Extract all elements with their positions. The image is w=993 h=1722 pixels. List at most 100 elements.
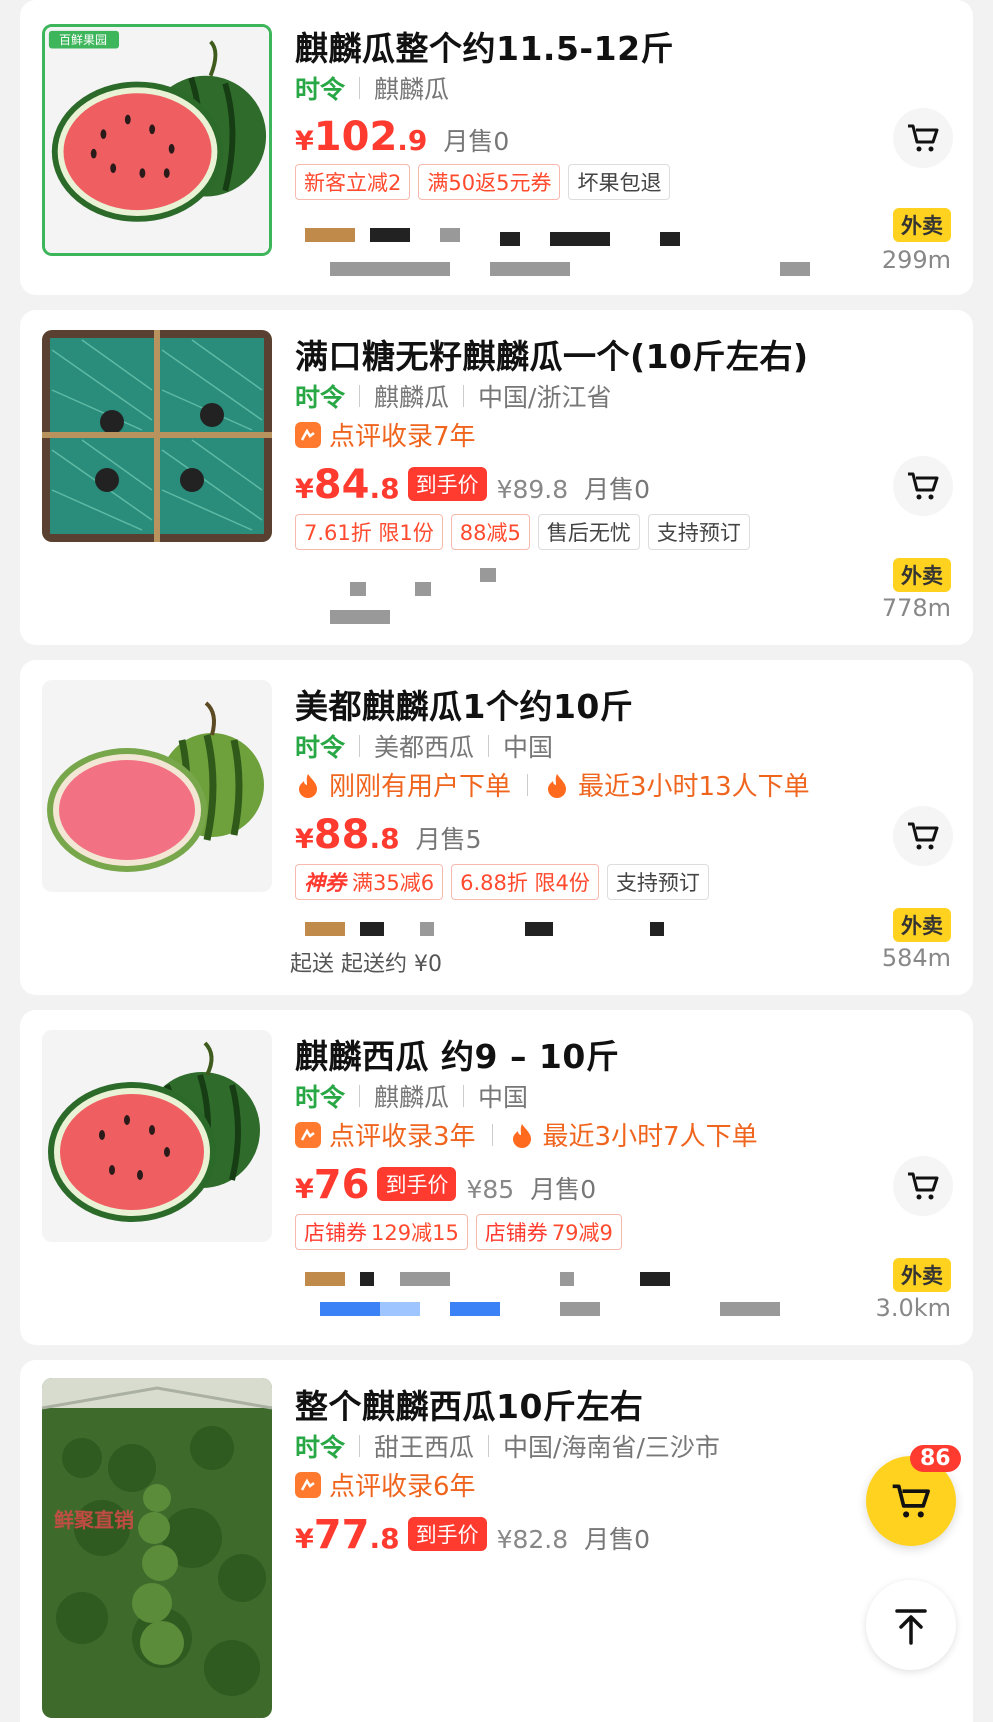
promo-tag: 新客立减2: [295, 164, 411, 200]
add-to-cart-button[interactable]: [893, 108, 953, 168]
delivery-tag: 外卖: [893, 558, 951, 592]
price-integer: 88: [313, 812, 370, 858]
redacted-block: [360, 922, 384, 936]
back-to-top-button[interactable]: [866, 1580, 956, 1670]
promo-tags: 店铺券 129减15 店铺券 79减9: [295, 1214, 622, 1250]
super-coupon-label: 神券: [304, 871, 346, 895]
watermelon-half-icon: [42, 1030, 272, 1242]
product-card[interactable]: 美都麒麟瓜1个约10斤 时令 美都西瓜 中国 刚刚有用户下单 最近3小时13人下…: [20, 660, 973, 995]
redacted-block: [400, 1272, 450, 1286]
product-title[interactable]: 麒麟西瓜 约9 – 10斤: [295, 1030, 619, 1078]
redacted-block: [370, 228, 410, 242]
add-to-cart-button[interactable]: [893, 456, 953, 516]
product-image[interactable]: 百鲜果园: [42, 24, 272, 256]
redacted-block: [780, 262, 810, 276]
product-title[interactable]: 满口糖无籽麒麟瓜一个(10斤左右): [295, 330, 809, 378]
divider: [359, 385, 361, 407]
redacted-block: [525, 922, 553, 936]
distance-label: 584m: [881, 944, 951, 972]
fire-icon: [299, 773, 317, 798]
price-row: ¥ 84 .8 到手价 ¥89.8 月售0: [295, 462, 650, 508]
highlight-row: 点评收录6年: [295, 1466, 476, 1503]
origin-label: 中国: [478, 1083, 529, 1112]
redacted-block: [305, 1272, 345, 1286]
price-row: ¥ 77 .8 到手价 ¥82.8 月售0: [295, 1512, 650, 1558]
review-years-label: 点评收录6年: [329, 1472, 476, 1502]
price-decimal: .8: [369, 472, 400, 505]
redacted-block: [415, 582, 431, 596]
product-image[interactable]: [42, 680, 272, 892]
season-label: 时令: [295, 383, 346, 412]
product-image[interactable]: 鲜聚直销: [42, 1378, 272, 1718]
fire-icon: [512, 1123, 531, 1148]
watermelon-whole-icon: [42, 680, 272, 892]
price-integer: 77: [313, 1512, 370, 1558]
product-title[interactable]: 整个麒麟西瓜10斤左右: [295, 1380, 643, 1428]
final-price-badge: 到手价: [407, 467, 487, 501]
distance-label: 778m: [881, 594, 951, 622]
redacted-block: [305, 228, 355, 242]
price-integer: 102: [313, 114, 398, 160]
product-card[interactable]: 鲜聚直销 整个麒麟西瓜10斤左右 时令 甜王西瓜 中国/海南省/三沙市 点评收录…: [20, 1360, 973, 1722]
monthly-sales: 月售5: [415, 825, 482, 854]
price-row: ¥ 88 .8 月售5: [295, 812, 482, 858]
product-card[interactable]: 麒麟西瓜 约9 – 10斤 时令 麒麟瓜 中国 点评收录3年 最近3小时7人下单…: [20, 1010, 973, 1345]
arrow-up-icon: [895, 1609, 927, 1645]
product-card[interactable]: 百鲜果园 麒麟瓜整个约11.5-12斤 时令 麒麟瓜 ¥ 102 .9 月售0 …: [20, 0, 973, 295]
currency-symbol: ¥: [295, 126, 314, 157]
divider: [359, 1085, 361, 1107]
redacted-block: [330, 262, 450, 276]
price-decimal: .8: [369, 1522, 400, 1555]
add-to-cart-button[interactable]: [893, 1156, 953, 1216]
redacted-block: [560, 1272, 574, 1286]
currency-symbol: ¥: [295, 1524, 314, 1555]
monthly-sales: 月售0: [443, 127, 510, 156]
promo-tags: 7.61折 限1份 88减5 售后无忧 支持预订: [295, 514, 750, 550]
add-to-cart-button[interactable]: [893, 806, 953, 866]
store-coupon-tag: 店铺券 79减9: [475, 1214, 622, 1250]
promo-tag: 88减5: [450, 514, 530, 550]
monthly-sales: 月售0: [530, 1175, 597, 1204]
coupon-amount: 满35减6: [352, 871, 435, 895]
product-title[interactable]: 美都麒麟瓜1个约10斤: [295, 680, 633, 728]
currency-symbol: ¥: [295, 1174, 314, 1205]
fire-icon: [548, 773, 567, 798]
redacted-block: [330, 610, 390, 624]
recent-order-label: 刚刚有用户下单: [329, 772, 512, 802]
product-image[interactable]: [42, 1030, 272, 1242]
product-card[interactable]: 满口糖无籽麒麟瓜一个(10斤左右) 时令 麒麟瓜 中国/浙江省 点评收录7年 ¥…: [20, 310, 973, 645]
service-tag: 售后无忧: [537, 514, 640, 550]
review-badge-icon: [295, 1121, 321, 1148]
product-image[interactable]: [42, 330, 272, 542]
highlight-row: 点评收录3年 最近3小时7人下单: [295, 1116, 758, 1153]
currency-symbol: ¥: [295, 474, 314, 505]
divider: [463, 385, 465, 407]
price-decimal: .8: [369, 822, 400, 855]
promo-tags: 神券 满35减6 6.88折 限4份 支持预订: [295, 864, 709, 900]
final-price-badge: 到手价: [377, 1167, 457, 1201]
store-coupon-label: 店铺券: [484, 1221, 548, 1245]
recent-order-count: 最近3小时13人下单: [578, 772, 810, 802]
price-row: ¥ 102 .9 月售0: [295, 114, 509, 160]
variety-label: 甜王西瓜: [374, 1433, 475, 1462]
delivery-tag: 外卖: [893, 1258, 951, 1292]
origin-label: 中国/海南省/三沙市: [503, 1433, 720, 1462]
redacted-block: [640, 1272, 670, 1286]
redacted-block: [720, 1302, 780, 1316]
monthly-sales: 月售0: [584, 475, 651, 504]
coupon-amount: 129减15: [371, 1221, 459, 1245]
redacted-block: [360, 1272, 374, 1286]
cart-count-badge: 86: [910, 1445, 961, 1472]
product-title[interactable]: 麒麟瓜整个约11.5-12斤: [295, 22, 674, 70]
service-tag: 支持预订: [606, 864, 709, 900]
redacted-block: [440, 228, 460, 242]
product-meta: 时令 美都西瓜 中国: [295, 728, 553, 764]
highlight-row: 点评收录7年: [295, 416, 476, 453]
redacted-block: [550, 232, 610, 246]
divider: [488, 1435, 490, 1457]
coupon-amount: 79减9: [551, 1221, 613, 1245]
divider: [491, 1123, 493, 1146]
divider: [463, 1085, 465, 1107]
divider: [359, 735, 361, 757]
watermelon-box-icon: [42, 330, 272, 542]
